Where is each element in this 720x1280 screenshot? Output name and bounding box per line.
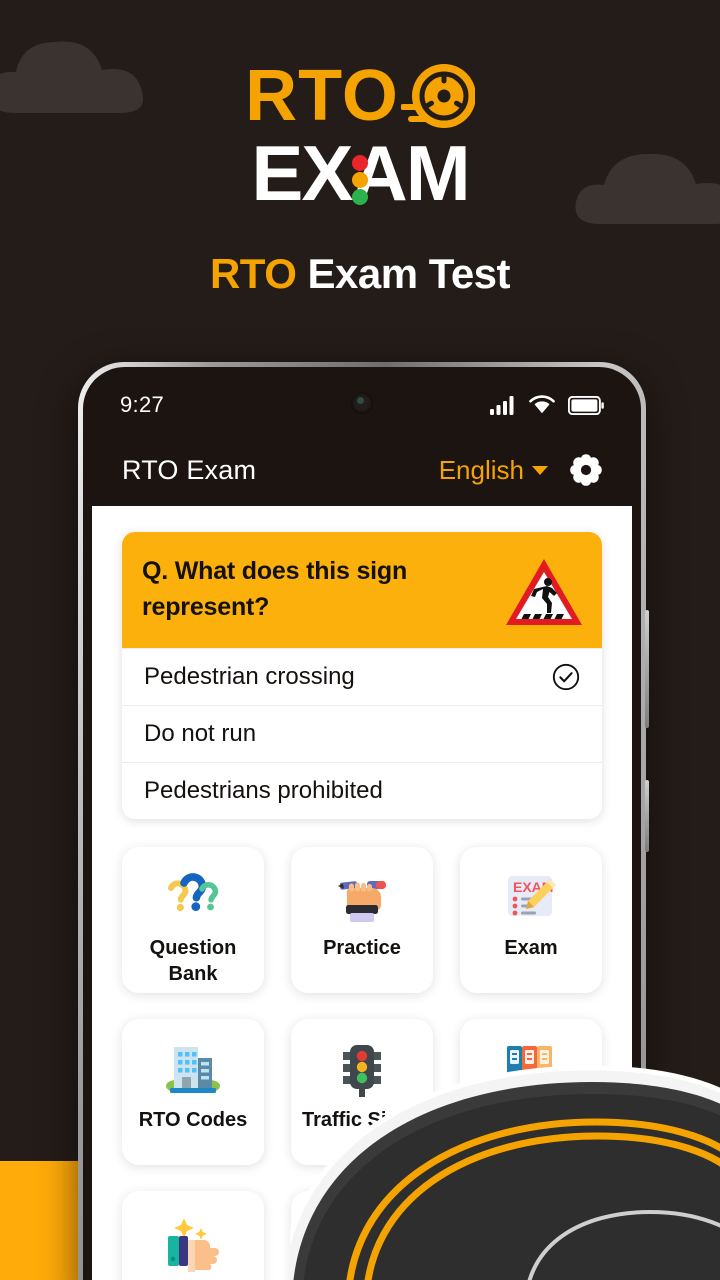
power-button[interactable]	[645, 780, 649, 852]
status-bar: 9:27	[92, 376, 632, 434]
signal-icon	[490, 396, 514, 415]
question-card: Q. What does this sign represent? Pedest…	[122, 532, 602, 819]
page-title-rest: Exam Test	[296, 250, 511, 297]
question-header: Q. What does this sign represent?	[122, 532, 602, 648]
status-bar-time: 9:27	[120, 392, 165, 417]
hand-pencil-icon	[331, 866, 393, 928]
phone-screen: 9:27 RTO Exam English Q. What does this …	[92, 376, 632, 1280]
option-label: Pedestrians prohibited	[144, 777, 383, 804]
app-logo: RTO EXAM	[0, 56, 720, 212]
tile-exam[interactable]: EXAM Exam	[460, 847, 602, 993]
tile-documents[interactable]: D	[460, 1019, 602, 1165]
hero-section: RTO EXAM RTO Exam T	[0, 0, 720, 352]
phone-mockup: 9:27 RTO Exam English Q. What does this …	[78, 362, 649, 1280]
tile-label: Exam	[504, 937, 558, 959]
wifi-icon	[529, 395, 555, 414]
app-bar-title: RTO Exam	[122, 454, 257, 485]
screen-content: Q. What does this sign represent? Pedest…	[92, 506, 632, 1280]
pedestrian-crossing-sign	[506, 559, 582, 625]
chevron-down-icon	[532, 465, 548, 475]
language-selector[interactable]: English	[439, 455, 548, 486]
traffic-light-icon	[331, 1038, 393, 1100]
front-camera-icon	[351, 392, 373, 414]
language-label: English	[438, 454, 524, 485]
tile-question-bank[interactable]: Question Bank	[122, 847, 264, 993]
tile-label: Traffic Signs	[301, 1109, 423, 1131]
app-bar: RTO Exam English	[92, 434, 632, 506]
option-label: Do not run	[144, 720, 257, 747]
option-label: Pedestrian crossing	[144, 663, 355, 690]
gear-icon[interactable]	[570, 454, 602, 486]
steering-wheel-icon	[399, 61, 476, 131]
binders-icon	[500, 1038, 562, 1100]
logo-rto-text: RTO	[245, 56, 399, 136]
tile-label: RTO Codes	[138, 1109, 248, 1131]
corner-accent-block	[0, 1161, 78, 1280]
tile-label: D	[523, 1109, 539, 1131]
tile-id-card[interactable]	[291, 1191, 433, 1280]
tile-rto-codes[interactable]: RTO Codes	[122, 1019, 264, 1165]
tile-traffic-signs[interactable]: Traffic Signs	[291, 1019, 433, 1165]
volume-button[interactable]	[645, 610, 649, 728]
option-row[interactable]: Pedestrians prohibited	[122, 762, 602, 819]
tile-thumbs-up[interactable]	[122, 1191, 264, 1280]
thumbs-up-icon	[162, 1210, 224, 1272]
traffic-light-in-a-icon	[352, 155, 368, 205]
option-row[interactable]: Pedestrian crossing	[122, 648, 602, 705]
battery-icon	[568, 395, 604, 415]
exam-paper-icon: EXAM	[500, 866, 562, 928]
feature-grid: Question Bank Practice EXAM Exam RTO Cod…	[122, 847, 602, 1280]
question-text: Q. What does this sign represent?	[142, 557, 408, 621]
tile-label: Question Bank	[149, 937, 237, 985]
tile-label: Practice	[323, 937, 401, 959]
id-card-icon	[331, 1210, 393, 1272]
page-title-accent: RTO	[209, 250, 297, 297]
option-row[interactable]: Do not run	[122, 705, 602, 762]
tile-practice[interactable]: Practice	[291, 847, 433, 993]
page-title: RTO Exam Test	[0, 250, 720, 298]
check-circle-icon	[552, 663, 580, 691]
building-icon	[162, 1038, 224, 1100]
question-marks-icon	[162, 866, 224, 928]
